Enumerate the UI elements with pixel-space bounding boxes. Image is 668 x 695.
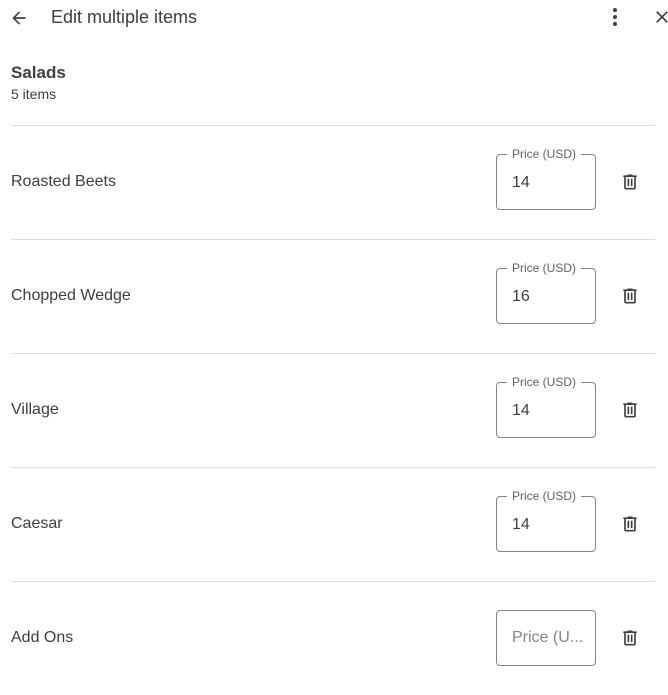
item-name: Add Ons <box>11 629 74 646</box>
item-list: Roasted Beets Price (USD) 14 Chopped Wed… <box>11 125 655 695</box>
item-name: Caesar <box>11 515 63 532</box>
item-name: Village <box>11 401 59 418</box>
close-button[interactable] <box>650 5 668 29</box>
price-value: 14 <box>512 516 530 533</box>
price-field-label: Price (USD) <box>507 147 582 161</box>
price-input[interactable]: Price (USD) 16 <box>496 261 596 324</box>
trash-icon <box>623 288 637 304</box>
item-name: Chopped Wedge <box>11 287 131 304</box>
price-value: 14 <box>512 402 530 419</box>
delete-button[interactable] <box>618 284 642 308</box>
delete-button[interactable] <box>618 626 642 650</box>
arrow-back-icon <box>12 11 26 25</box>
item-count: 5 items <box>11 86 57 102</box>
more-vert-icon <box>613 8 617 26</box>
trash-icon <box>623 516 637 532</box>
delete-button[interactable] <box>618 170 642 194</box>
trash-icon <box>623 402 637 418</box>
price-field-label: Price (USD) <box>507 375 582 389</box>
price-field-label: Price (USD) <box>507 489 582 503</box>
trash-icon <box>623 174 637 190</box>
close-icon <box>656 11 668 23</box>
delete-button[interactable] <box>618 398 642 422</box>
list-item: Chopped Wedge Price (USD) 16 <box>11 239 655 353</box>
section-header: Salads 5 items <box>11 63 66 103</box>
delete-button[interactable] <box>618 512 642 536</box>
list-item: Caesar Price (USD) 14 <box>11 467 655 581</box>
price-field-label: Price (USD) <box>507 261 582 275</box>
price-value: 16 <box>512 288 530 305</box>
price-input[interactable]: Price (USD) 14 <box>496 375 596 438</box>
page-title: Edit multiple items <box>51 7 198 27</box>
list-item: Add Ons Price (U... <box>11 581 655 695</box>
price-input[interactable]: Price (USD) 14 <box>496 147 596 210</box>
section-title: Salads <box>11 63 66 82</box>
item-name: Roasted Beets <box>11 173 116 190</box>
more-options-button[interactable] <box>603 5 627 29</box>
top-app-bar: Edit multiple items <box>0 0 668 36</box>
list-item: Roasted Beets Price (USD) 14 <box>11 125 655 239</box>
back-button[interactable] <box>6 5 32 31</box>
price-value: 14 <box>512 174 530 191</box>
trash-icon <box>623 630 637 646</box>
price-input[interactable]: Price (U... <box>496 610 596 666</box>
list-item: Village Price (USD) 14 <box>11 353 655 467</box>
price-input[interactable]: Price (USD) 14 <box>496 489 596 552</box>
price-placeholder: Price (U... <box>512 629 584 646</box>
